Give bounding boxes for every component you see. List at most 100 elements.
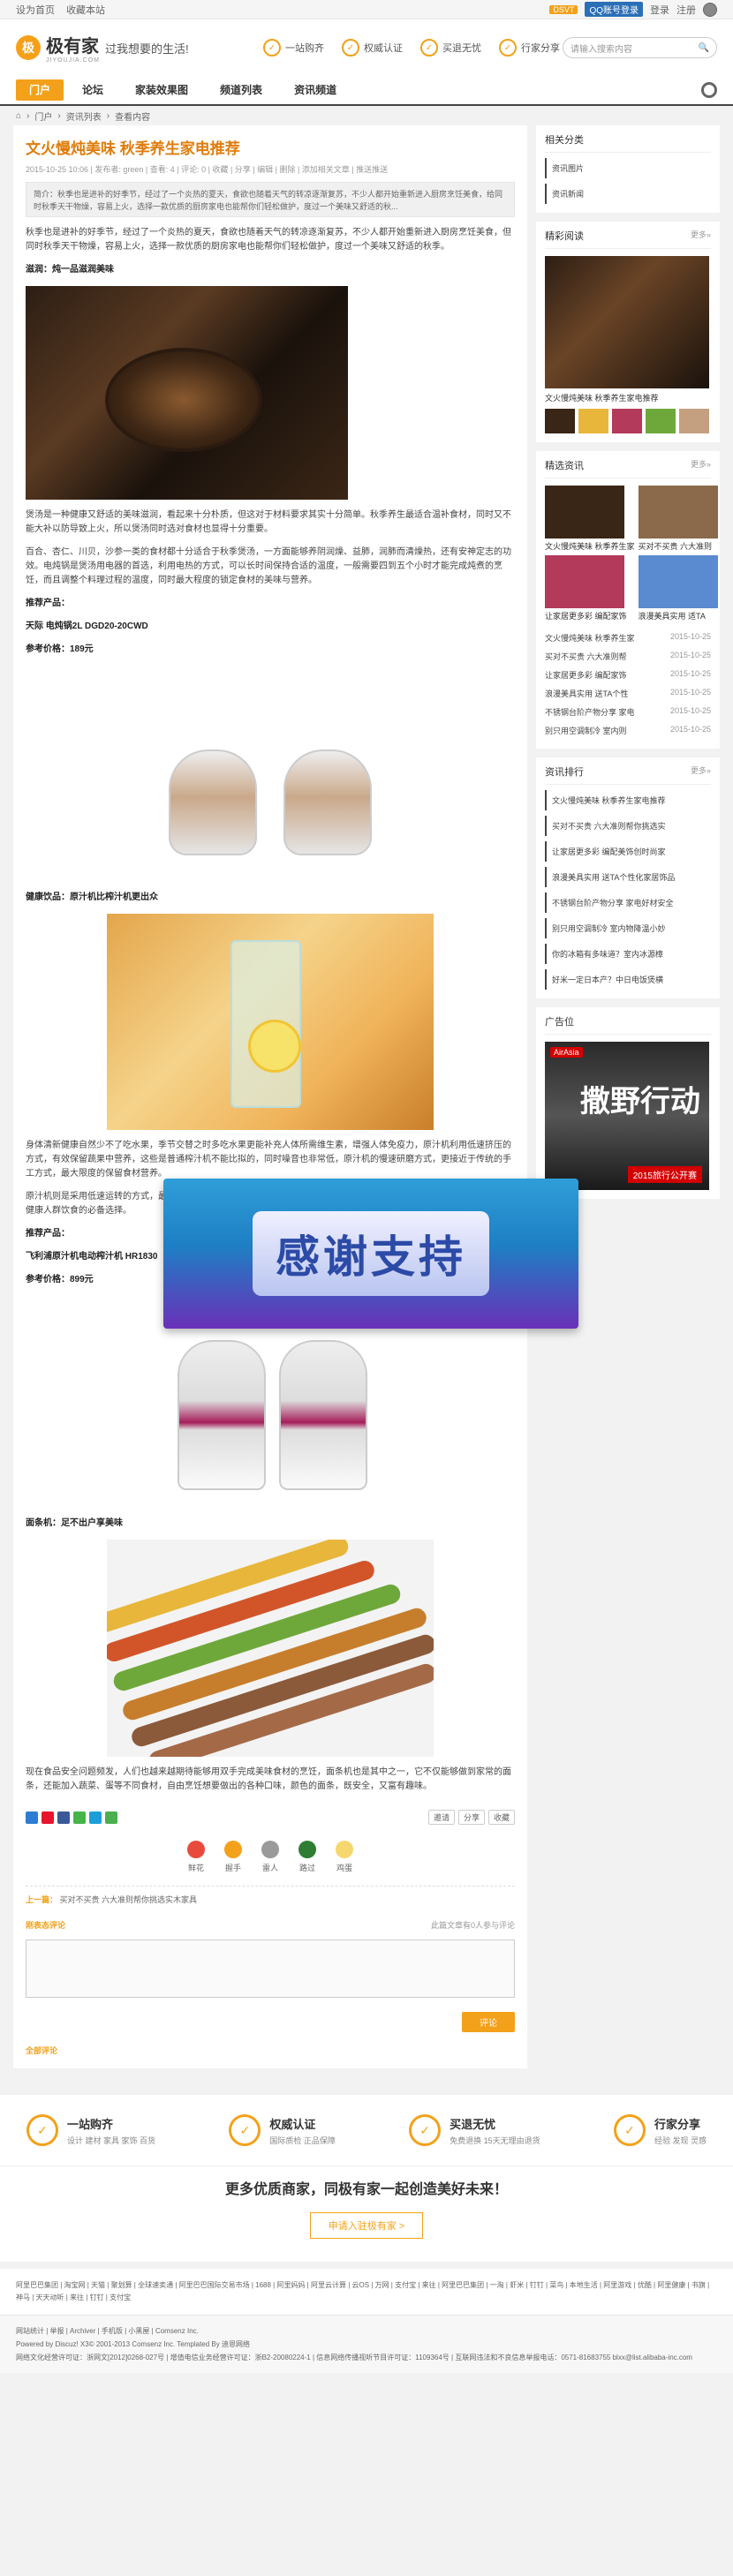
feature-certified[interactable]: ✓ 权威认证 (342, 39, 403, 56)
share-plus-icon[interactable] (105, 1811, 117, 1824)
tqq-icon[interactable] (89, 1811, 102, 1824)
pick-tile[interactable]: 浪漫美具实用 适TA (638, 555, 718, 621)
rank-item[interactable]: 别只用空调制冷 室内物降温小妙 (545, 918, 711, 938)
invite-button[interactable]: 邀请 (427, 1810, 455, 1825)
footer-feature[interactable]: ✓ 权威认证 国际质检 正品保障 (229, 2114, 336, 2146)
dsvt-badge[interactable]: DSVT (549, 4, 578, 14)
mood-label: 鸡蛋 (336, 1864, 352, 1872)
thumb[interactable] (679, 409, 709, 433)
footer-nav[interactable]: 网站统计 | 举报 | Archiver | 手机版 | 小黑屋 | Comse… (16, 2324, 717, 2338)
more-link[interactable]: 更多» (691, 765, 711, 779)
gear-icon[interactable] (701, 82, 717, 98)
thumb[interactable] (612, 409, 642, 433)
join-button[interactable]: 申请入驻极有家 > (309, 2212, 424, 2239)
footer-feature[interactable]: ✓ 一站购齐 设计 建材 家具 家饰 百货 (26, 2114, 155, 2146)
footer-feature[interactable]: ✓ 行家分享 经验 发现 灵感 (613, 2114, 707, 2146)
rank-item[interactable]: 你的冰箱有多味道？室内冰源樟 (545, 944, 711, 964)
related-item[interactable]: 资讯新闻 (545, 184, 711, 204)
avatar[interactable] (703, 2, 717, 17)
breadcrumb-item[interactable]: 资讯列表 (66, 109, 102, 123)
related-item[interactable]: 资讯图片 (545, 158, 711, 178)
pick-tile[interactable]: 让家居更多彩 编配家饰 (545, 555, 635, 621)
renren-icon[interactable] (57, 1811, 70, 1824)
ad-banner[interactable]: AirAsia 撒野行动 2015旅行公开赛 (545, 1042, 709, 1190)
pick-row[interactable]: 买对不买贵 六大准则帮 2015-10-25 (545, 647, 711, 666)
rank-card: 资讯排行 更多» 文火慢炖美味 秋季养生家电推荐 买对不买贵 六大准则帮你挑选实 … (536, 757, 720, 998)
mood-handshake[interactable]: 握手 (224, 1841, 242, 1873)
rank-item[interactable]: 买对不买贵 六大准则帮你挑选实 (545, 816, 711, 836)
breadcrumb-item[interactable]: 门户 (34, 109, 52, 123)
feature-share[interactable]: ✓ 行家分享 (499, 39, 560, 56)
logo[interactable]: 极 极有家 JIYOUJIA.COM 过我想要的生活! (16, 32, 237, 64)
wechat-icon[interactable] (73, 1811, 86, 1824)
pick-row[interactable]: 不锈钢台阶产物分享 家电 2015-10-25 (545, 703, 711, 721)
ad-brand: AirAsia (550, 1047, 583, 1058)
feature-label: 买退无忧 (442, 43, 481, 54)
more-link[interactable]: 更多» (691, 229, 711, 243)
logo-name: 极有家 (46, 37, 99, 56)
set-homepage-link[interactable]: 设为首页 (16, 5, 55, 16)
paragraph: 煲汤是一种健康又舒适的美味滋润，看起来十分朴质，但这对于材料要求其实十分简单。秋… (26, 510, 511, 534)
search-icon[interactable]: 🔍 (699, 43, 709, 53)
mood-shock[interactable]: 雷人 (261, 1841, 279, 1873)
rank-item[interactable]: 文火慢炖美味 秋季养生家电推荐 (545, 790, 711, 810)
article-title: 文火慢炖美味 秋季养生家电推荐 (26, 140, 240, 157)
rank-item[interactable]: 好米一定日本产？中日电饭煲横 (545, 969, 711, 990)
nav-news[interactable]: 资讯频道 (281, 79, 350, 101)
rank-item[interactable]: 不锈钢台阶产物分享 家电好材安全 (545, 893, 711, 913)
home-icon[interactable]: ⌂ (16, 111, 21, 121)
more-link[interactable]: 更多» (691, 458, 711, 472)
qzone-icon[interactable] (26, 1811, 38, 1824)
favorite-button[interactable]: 收藏 (487, 1810, 515, 1825)
mood-flower[interactable]: 鲜花 (187, 1841, 205, 1873)
section-heading: 面条机：足不出户享美味 (26, 1518, 123, 1528)
prev-title[interactable]: 买对不买贵 六大准则帮你挑选实木家具 (60, 1895, 198, 1904)
thanks-overlay[interactable]: 感谢支持 (163, 1179, 578, 1329)
bookmark-link[interactable]: 收藏本站 (66, 5, 105, 16)
all-comments-link[interactable]: 全部评论 (26, 2045, 515, 2056)
footer-links[interactable]: 阿里巴巴集团 | 淘宝网 | 天猫 | 聚划算 | 全球速卖通 | 阿里巴巴国际… (0, 2269, 733, 2315)
comment-count: 此篇文章有0人参与评论 (430, 1921, 515, 1930)
feature-label: 权威认证 (364, 43, 403, 54)
slide-caption[interactable]: 文火慢炖美味 秋季养生家电推荐 (545, 392, 711, 403)
pick-row[interactable]: 别只用空调制冷 室内则 2015-10-25 (545, 721, 711, 740)
nav-channels[interactable]: 频道列表 (207, 79, 276, 101)
paragraph: 身体清新健康自然少不了吃水果，季节交替之时多吃水果更能补充人体所需维生素，增强人… (26, 1141, 511, 1179)
nav-portal[interactable]: 门户 (16, 79, 64, 101)
nav-forum[interactable]: 论坛 (69, 79, 117, 101)
search-input[interactable]: 请输入搜索内容 🔍 (563, 37, 717, 58)
badge-icon: ✓ (342, 39, 359, 56)
pick-row[interactable]: 浪漫美具实用 送TA个性 2015-10-25 (545, 684, 711, 703)
weibo-icon[interactable] (42, 1811, 54, 1824)
footer-feature[interactable]: ✓ 买退无忧 免费退换 15天无理由退货 (409, 2114, 540, 2146)
thumb[interactable] (545, 409, 575, 433)
pick-tile[interactable]: 文火慢炖美味 秋季养生家 (545, 486, 635, 552)
comment-submit-button[interactable]: 评论 (462, 2012, 515, 2032)
share-button[interactable]: 分享 (457, 1810, 485, 1825)
qq-login-button[interactable]: QQ账号登录 (585, 2, 643, 17)
mood-pass[interactable]: 路过 (298, 1841, 316, 1873)
rank-item[interactable]: 让家居更多彩 编配美饰创时尚家 (545, 841, 711, 862)
thumb[interactable] (578, 409, 608, 433)
ad-footer: 2015旅行公开赛 (627, 1166, 702, 1183)
nav-decor[interactable]: 家装效果图 (122, 79, 201, 101)
pick-title: 别只用空调制冷 室内则 (545, 727, 627, 735)
login-link[interactable]: 登录 (650, 3, 669, 17)
feature-one-stop[interactable]: ✓ 一站购齐 (263, 39, 324, 56)
pick-row[interactable]: 让家居更多彩 编配家饰 2015-10-25 (545, 666, 711, 684)
mood-label: 雷人 (261, 1864, 278, 1872)
prev-article[interactable]: 上一篇： 买对不买贵 六大准则帮你挑选实木家具 (26, 1886, 515, 1905)
footer-feature-sub: 设计 建材 家具 家饰 百货 (67, 2135, 156, 2145)
mood-label: 握手 (224, 1864, 241, 1872)
mood-egg[interactable]: 鸡蛋 (336, 1841, 353, 1873)
hot-slide-image[interactable] (545, 256, 709, 388)
register-link[interactable]: 注册 (676, 3, 696, 17)
feature-return[interactable]: ✓ 买退无忧 (420, 39, 481, 56)
card-title: 相关分类 (545, 135, 584, 146)
pick-tile[interactable]: 买对不买贵 六大准则 (638, 486, 718, 552)
pick-row[interactable]: 文火慢炖美味 秋季养生家 2015-10-25 (545, 629, 711, 647)
comment-textarea[interactable] (26, 1940, 515, 1998)
thumb[interactable] (646, 409, 676, 433)
rank-item[interactable]: 浪漫美具实用 送TA个性化家居饰品 (545, 867, 711, 887)
footer-features: ✓ 一站购齐 设计 建材 家具 家饰 百货 ✓ 权威认证 国际质检 正品保障 ✓ 买退无忧… (0, 2095, 733, 2165)
